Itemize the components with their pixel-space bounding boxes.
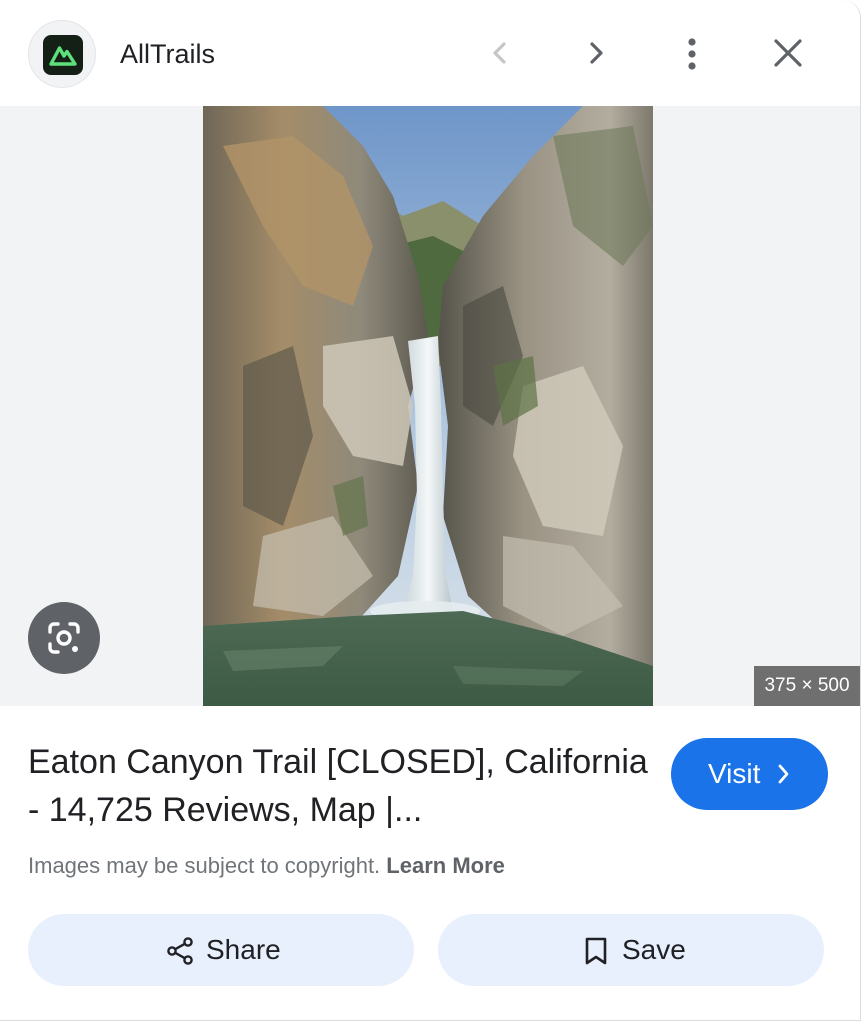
close-icon: [774, 39, 802, 67]
visit-label: Visit: [708, 758, 761, 789]
search-image-button[interactable]: [28, 602, 100, 674]
chevron-right-icon: [590, 42, 603, 64]
chevron-right-icon: [778, 764, 789, 784]
image-dimensions: 375 × 500: [754, 666, 860, 706]
waterfall-photo[interactable]: [203, 106, 653, 706]
save-label: Save: [622, 934, 686, 965]
more-vertical-icon: [688, 38, 696, 70]
result-title[interactable]: Eaton Canyon Trail [CLOSED], California …: [28, 738, 648, 834]
next-button[interactable]: [572, 29, 620, 77]
image-preview-panel: AllTrails 375 × 500 Eaton Canyon Trail […: [0, 0, 861, 1021]
bookmark-icon: [585, 937, 607, 965]
google-lens-icon: [48, 622, 80, 654]
close-button[interactable]: [764, 29, 812, 77]
share-button[interactable]: Share: [28, 914, 414, 986]
panel-header: AllTrails: [0, 0, 860, 106]
site-favicon[interactable]: [28, 20, 96, 88]
more-options-button[interactable]: [668, 29, 716, 77]
site-name[interactable]: AllTrails: [120, 36, 215, 72]
copyright-text: Images may be subject to copyright.: [28, 853, 381, 878]
visit-button[interactable]: Visit: [671, 738, 828, 810]
alltrails-logo-icon: [43, 35, 83, 75]
copyright-notice: Images may be subject to copyright. Lear…: [28, 850, 505, 882]
previous-button[interactable]: [476, 29, 524, 77]
share-label: Share: [206, 934, 281, 965]
chevron-left-icon: [493, 42, 506, 64]
learn-more-link[interactable]: Learn More: [386, 853, 505, 878]
image-viewer: 375 × 500: [0, 106, 860, 706]
share-icon: [167, 937, 193, 965]
save-button[interactable]: Save: [438, 914, 824, 986]
